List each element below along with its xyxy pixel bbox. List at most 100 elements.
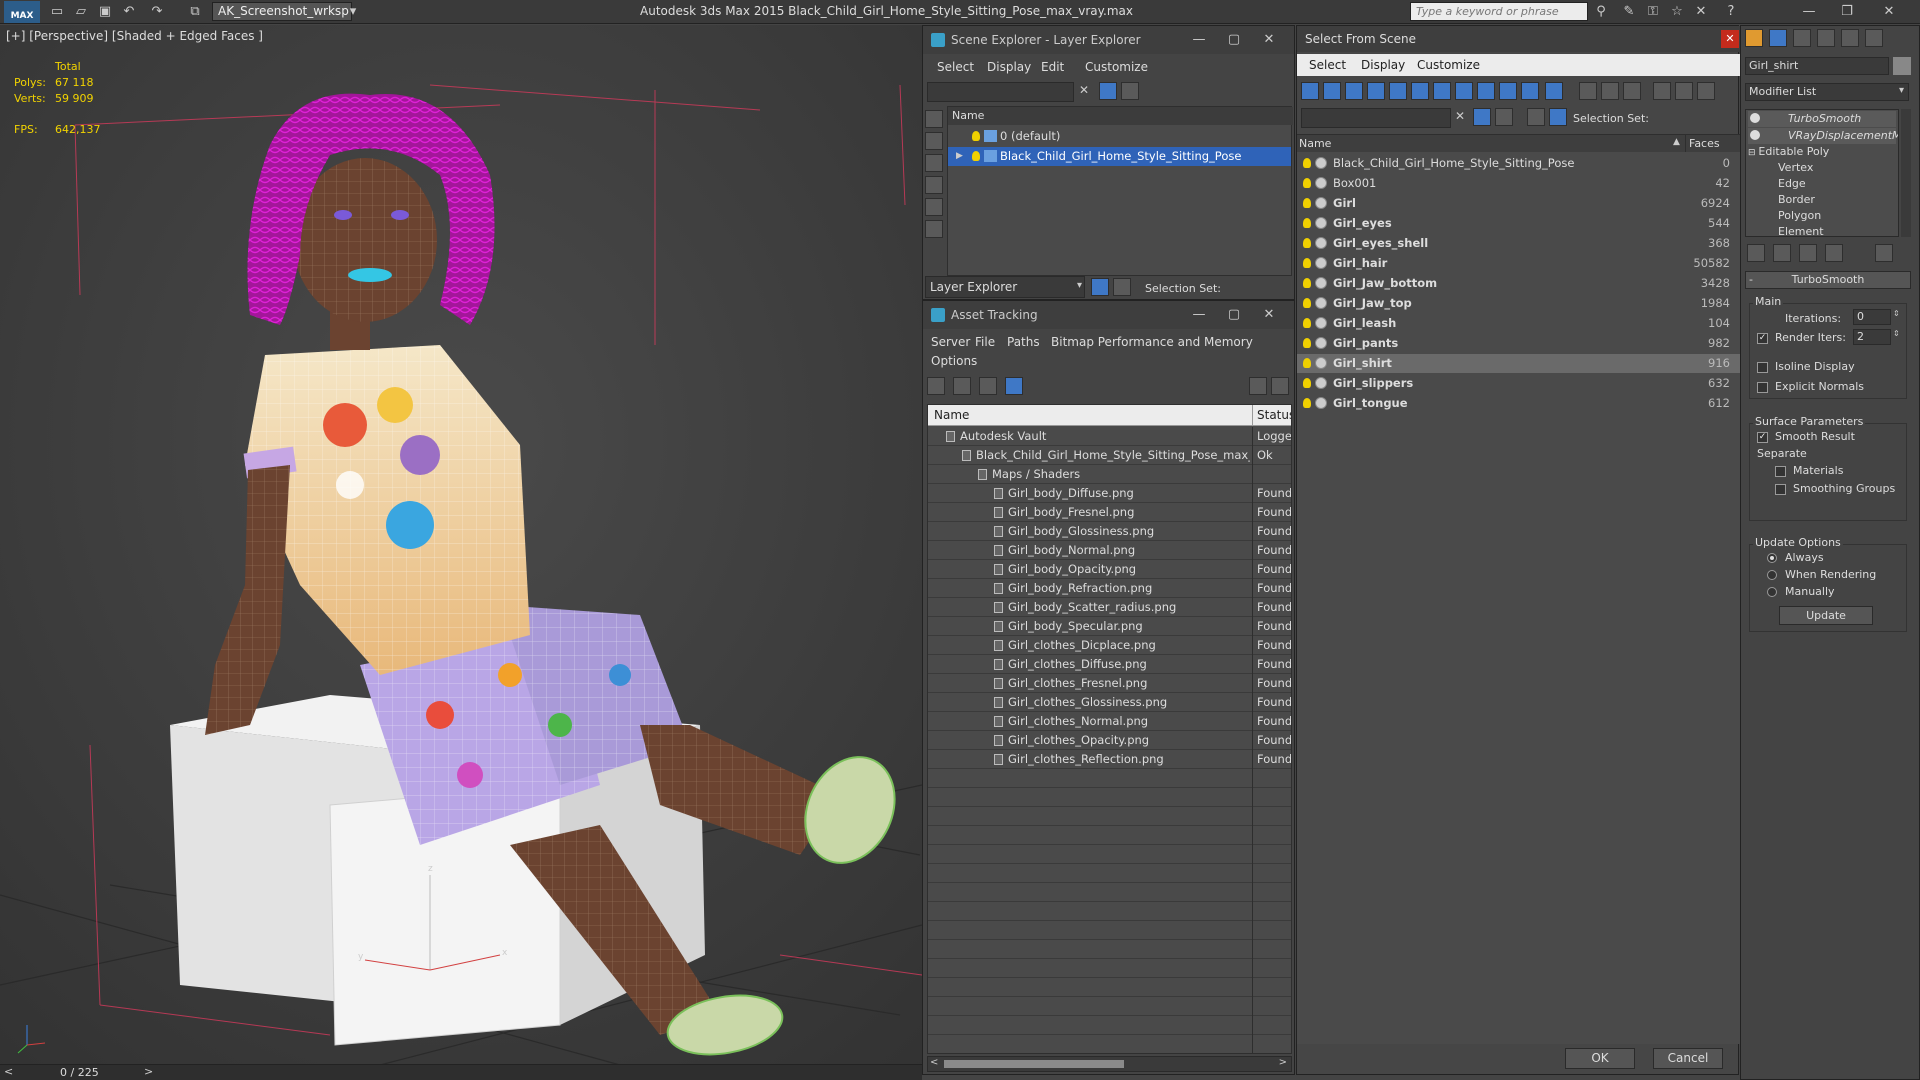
object-visibility-icon[interactable] <box>1315 237 1327 249</box>
object-row[interactable]: Girl_slippers 632 <box>1297 374 1740 393</box>
display-cameras-icon[interactable] <box>925 176 943 194</box>
object-visibility-icon[interactable] <box>1315 317 1327 329</box>
asset-row[interactable]: Girl_body_Opacity.png Found <box>928 560 1291 579</box>
always-radio[interactable] <box>1767 553 1777 563</box>
asset-row[interactable]: Girl_clothes_Reflection.png Found <box>928 750 1291 769</box>
time-slider[interactable]: < 0 / 225 > <box>0 1064 922 1080</box>
object-name-field[interactable]: Girl_shirt <box>1745 57 1889 75</box>
hierarchy-icon[interactable] <box>1549 108 1567 126</box>
object-visibility-icon[interactable] <box>1315 297 1327 309</box>
chevron-down-icon[interactable]: ▾ <box>1899 85 1904 96</box>
menu-bitmap-performance[interactable]: Bitmap Performance and Memory <box>1051 335 1253 349</box>
groups-filter-icon[interactable] <box>1455 82 1473 100</box>
geometry-filter-icon[interactable] <box>1323 82 1341 100</box>
render-iters-checkbox[interactable]: ✓ <box>1757 333 1768 344</box>
iterations-spinner[interactable]: 0 <box>1853 309 1891 325</box>
column-header-name[interactable]: Name <box>1299 137 1331 150</box>
helpers-filter-icon[interactable] <box>1411 82 1429 100</box>
isoline-display-checkbox[interactable] <box>1757 362 1768 373</box>
minimize-icon[interactable]: — <box>1800 3 1818 21</box>
spinner-arrows-icon[interactable]: ⇕ <box>1893 309 1900 318</box>
xrefs-filter-icon[interactable] <box>1477 82 1495 100</box>
workspace-dropdown[interactable]: AK_Screenshot_wrksp <box>212 2 352 21</box>
cancel-button[interactable]: Cancel <box>1653 1048 1723 1069</box>
prev-frame-icon[interactable]: < <box>4 1065 13 1078</box>
pin-stack-icon[interactable] <box>1747 244 1765 262</box>
light-bulb-icon[interactable] <box>1303 158 1311 168</box>
explicit-normals-checkbox[interactable] <box>1757 382 1768 393</box>
object-color-swatch[interactable] <box>1893 57 1911 75</box>
horizontal-scrollbar[interactable]: < > <box>927 1056 1292 1072</box>
display-spacewarps-icon[interactable] <box>925 220 943 238</box>
materials-checkbox[interactable] <box>1775 466 1786 477</box>
frozen-filter-icon[interactable] <box>1545 82 1563 100</box>
light-bulb-icon[interactable] <box>1303 358 1311 368</box>
column-header-name[interactable]: Name <box>934 408 969 422</box>
layer-row[interactable]: 0 (default) <box>948 127 1291 146</box>
filter-icon[interactable] <box>1473 108 1491 126</box>
render-iters-spinner[interactable]: 2 <box>1853 329 1891 345</box>
object-row[interactable]: Girl 6924 <box>1297 194 1740 213</box>
maximize-icon[interactable]: ❐ <box>1838 3 1856 21</box>
close-icon[interactable]: ✕ <box>1721 30 1739 48</box>
smoothing-groups-checkbox[interactable] <box>1775 484 1786 495</box>
asset-tracking-titlebar[interactable]: Asset Tracking — ▢ ✕ <box>923 301 1294 329</box>
menu-customize[interactable]: Customize <box>1085 60 1148 74</box>
clear-search-icon[interactable]: ✕ <box>1079 83 1089 97</box>
invert-selection-icon[interactable] <box>1623 82 1641 100</box>
select-from-scene-titlebar[interactable]: Select From Scene ✕ <box>1297 26 1740 52</box>
object-visibility-icon[interactable] <box>1315 157 1327 169</box>
sort-arrow-icon[interactable]: ▲ <box>1673 137 1680 147</box>
minimize-icon[interactable]: — <box>1184 26 1214 54</box>
asset-row[interactable]: Girl_body_Scatter_radius.png Found <box>928 598 1291 617</box>
thumbnail-icon[interactable] <box>979 377 997 395</box>
layers-filter-icon[interactable] <box>1121 82 1139 100</box>
tools-icon[interactable]: ✎ <box>1620 3 1638 21</box>
light-bulb-icon[interactable] <box>1303 338 1311 348</box>
minimize-icon[interactable]: — <box>1184 301 1214 329</box>
stack-item-editable-poly[interactable]: ⊟ Editable Poly <box>1748 145 1829 158</box>
show-end-result-icon[interactable] <box>1773 244 1791 262</box>
display-helpers-icon[interactable] <box>925 198 943 216</box>
help-icon[interactable] <box>1249 377 1267 395</box>
layer-view-icon[interactable] <box>1091 278 1109 296</box>
sort-icon[interactable] <box>1675 82 1693 100</box>
menu-file[interactable]: File <box>975 335 995 349</box>
object-visibility-icon[interactable] <box>1315 177 1327 189</box>
asset-row[interactable]: Girl_body_Specular.png Found <box>928 617 1291 636</box>
object-row[interactable]: Girl_Jaw_bottom 3428 <box>1297 274 1740 293</box>
key-icon[interactable]: ⚿ <box>1644 3 1662 21</box>
create-tab-icon[interactable] <box>1745 29 1763 47</box>
make-unique-icon[interactable] <box>1799 244 1817 262</box>
light-bulb-icon[interactable] <box>1303 398 1311 408</box>
scene-explorer-titlebar[interactable]: Scene Explorer - Layer Explorer — ▢ ✕ <box>923 26 1294 54</box>
display-objects-icon[interactable] <box>925 110 943 128</box>
column-divider[interactable] <box>1252 405 1253 426</box>
menu-options[interactable]: Options <box>931 354 977 368</box>
redo-icon[interactable]: ↷ <box>148 3 166 21</box>
light-bulb-icon[interactable] <box>1303 378 1311 388</box>
light-bulb-icon[interactable] <box>1303 238 1311 248</box>
object-visibility-icon[interactable] <box>1315 197 1327 209</box>
settings-icon[interactable] <box>1271 377 1289 395</box>
asset-row[interactable]: Girl_clothes_Diffuse.png Found <box>928 655 1291 674</box>
light-bulb-icon[interactable] <box>1303 218 1311 228</box>
menu-select[interactable]: Select <box>1309 58 1346 72</box>
viewport-label[interactable]: [+] [Perspective] [Shaded + Edged Faces … <box>6 29 263 43</box>
asset-row[interactable]: Girl_body_Refraction.png Found <box>928 579 1291 598</box>
modify-tab-icon[interactable] <box>1769 29 1787 47</box>
explorer-type-dropdown[interactable]: Layer Explorer <box>925 276 1085 298</box>
asset-row[interactable]: Girl_clothes_Opacity.png Found <box>928 731 1291 750</box>
project-folder-icon[interactable]: ⧉ <box>186 3 204 21</box>
shapes-filter-icon[interactable] <box>1345 82 1363 100</box>
x-tool-icon[interactable]: ✕ <box>1692 3 1710 21</box>
light-bulb-icon[interactable] <box>1303 278 1311 288</box>
column-header-name[interactable]: Name <box>948 107 1293 125</box>
name-search-input[interactable] <box>1301 108 1451 128</box>
close-icon[interactable]: ✕ <box>1254 26 1284 54</box>
object-visibility-icon[interactable] <box>1315 397 1327 409</box>
hierarchy-tab-icon[interactable] <box>1793 29 1811 47</box>
object-row[interactable]: Black_Child_Girl_Home_Style_Sitting_Pose… <box>1297 154 1740 173</box>
perspective-viewport[interactable]: z x y [+] [Perspective] [Shaded + Edged … <box>0 25 922 1065</box>
menu-customize[interactable]: Customize <box>1417 58 1480 72</box>
